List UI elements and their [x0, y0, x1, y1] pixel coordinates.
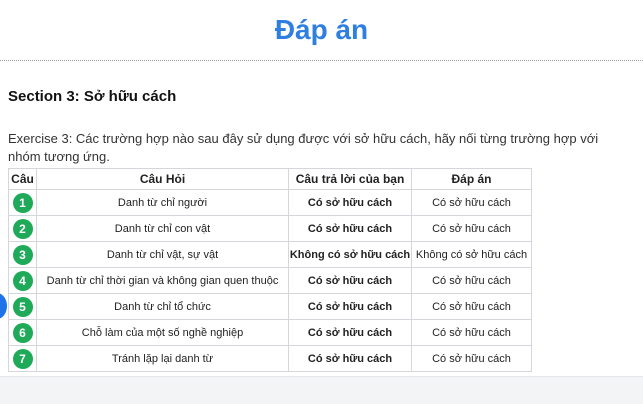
table-row: 5 Danh từ chỉ tổ chức Có sở hữu cách Có …	[8, 293, 532, 320]
question-cell: Tránh lặp lại danh từ	[36, 345, 289, 372]
exercise-instructions: Exercise 3: Các trường hợp nào sau đây s…	[8, 131, 599, 164]
table-row: 4 Danh từ chỉ thời gian và không gian qu…	[8, 267, 532, 294]
question-number-badge: 3	[12, 244, 33, 265]
row-number-cell: 4	[8, 267, 37, 294]
your-answer-cell: Không có sở hữu cách	[288, 241, 412, 268]
floating-side-button[interactable]	[0, 293, 7, 319]
bottom-bar	[0, 376, 643, 404]
correct-answer-cell: Có sở hữu cách	[411, 267, 532, 294]
question-cell: Danh từ chỉ vật, sự vật	[36, 241, 289, 268]
question-number-badge: 6	[12, 322, 33, 343]
table-row: 6 Chỗ làm của một số nghề nghiệp Có sở h…	[8, 319, 532, 346]
question-cell: Chỗ làm của một số nghề nghiệp	[36, 319, 289, 346]
correct-answer-cell: Có sở hữu cách	[411, 215, 532, 242]
row-number-cell: 5	[8, 293, 37, 320]
row-number-cell: 6	[8, 319, 37, 346]
your-answer-cell: Có sở hữu cách	[288, 345, 412, 372]
correct-answer-cell: Có sở hữu cách	[411, 319, 532, 346]
question-number-badge: 7	[12, 348, 33, 369]
table-row: 2 Danh từ chỉ con vật Có sở hữu cách Có …	[8, 215, 532, 242]
header-question: Câu Hỏi	[36, 168, 289, 190]
question-cell: Danh từ chỉ người	[36, 189, 289, 216]
your-answer-cell: Có sở hữu cách	[288, 189, 412, 216]
header-your-answer: Câu trả lời của bạn	[288, 168, 412, 190]
question-cell: Danh từ chỉ con vật	[36, 215, 289, 242]
question-number-badge: 4	[12, 270, 33, 291]
page-title: Đáp án	[274, 14, 369, 45]
table-header-row: Câu Câu Hỏi Câu trả lời của bạn Đáp án	[8, 168, 532, 190]
your-answer-cell: Có sở hữu cách	[288, 293, 412, 320]
question-number-badge: 2	[12, 218, 33, 239]
correct-answer-cell: Có sở hữu cách	[411, 345, 532, 372]
header-number: Câu	[8, 168, 37, 190]
row-number-cell: 3	[8, 241, 37, 268]
your-answer-cell: Có sở hữu cách	[288, 267, 412, 294]
your-answer-cell: Có sở hữu cách	[288, 319, 412, 346]
table-row: 7 Tránh lặp lại danh từ Có sở hữu cách C…	[8, 345, 532, 372]
section-title: Section 3: Sở hữu cách	[8, 88, 177, 105]
question-cell: Danh từ chỉ thời gian và không gian quen…	[36, 267, 289, 294]
title-divider	[0, 60, 643, 61]
answer-table: Câu Câu Hỏi Câu trả lời của bạn Đáp án 1…	[8, 168, 532, 372]
table-row: 3 Danh từ chỉ vật, sự vật Không có sở hữ…	[8, 241, 532, 268]
your-answer-cell: Có sở hữu cách	[288, 215, 412, 242]
row-number-cell: 2	[8, 215, 37, 242]
correct-answer-cell: Có sở hữu cách	[411, 189, 532, 216]
row-number-cell: 7	[8, 345, 37, 372]
header-answer: Đáp án	[411, 168, 532, 190]
correct-answer-cell: Có sở hữu cách	[411, 293, 532, 320]
question-number-badge: 1	[12, 192, 33, 213]
question-cell: Danh từ chỉ tổ chức	[36, 293, 289, 320]
table-row: 1 Danh từ chỉ người Có sở hữu cách Có sở…	[8, 189, 532, 216]
row-number-cell: 1	[8, 189, 37, 216]
correct-answer-cell: Không có sở hữu cách	[411, 241, 532, 268]
question-number-badge: 5	[12, 296, 33, 317]
